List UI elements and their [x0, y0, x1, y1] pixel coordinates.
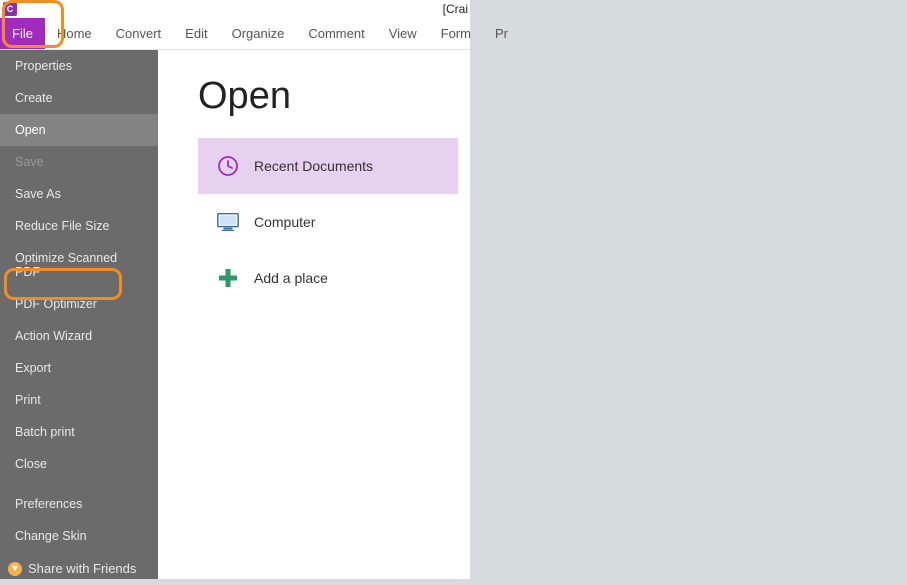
plus-icon — [216, 266, 240, 290]
location-recent-documents[interactable]: Recent Documents — [198, 138, 458, 194]
computer-icon — [216, 210, 240, 234]
sidebar-item-close[interactable]: Close — [0, 448, 158, 480]
sidebar-item-create[interactable]: Create — [0, 82, 158, 114]
location-label: Add a place — [254, 270, 328, 286]
clock-icon — [216, 154, 240, 178]
heart-icon: ♥ — [8, 562, 22, 576]
sidebar-item-reduce-file-size[interactable]: Reduce File Size — [0, 210, 158, 242]
sidebar-item-save-as[interactable]: Save As — [0, 178, 158, 210]
backstage-view: Properties Create Open Save Save As Redu… — [0, 50, 470, 579]
tab-form[interactable]: Form — [429, 18, 483, 49]
app-window: C [Crai File Home Convert Edit Organize … — [0, 0, 470, 579]
sidebar-item-open[interactable]: Open — [0, 114, 158, 146]
location-add-place[interactable]: Add a place — [198, 250, 458, 306]
location-label: Recent Documents — [254, 158, 373, 174]
ribbon-tabs: File Home Convert Edit Organize Comment … — [0, 18, 470, 50]
sidebar-item-properties[interactable]: Properties — [0, 50, 158, 82]
tab-comment[interactable]: Comment — [296, 18, 376, 49]
tab-edit[interactable]: Edit — [173, 18, 219, 49]
title-bar: C [Crai — [0, 0, 470, 18]
sidebar-item-export[interactable]: Export — [0, 352, 158, 384]
location-computer[interactable]: Computer — [198, 194, 458, 250]
sidebar-item-batch-print[interactable]: Batch print — [0, 416, 158, 448]
file-sidebar: Properties Create Open Save Save As Redu… — [0, 50, 158, 579]
sidebar-item-optimize-scanned-pdf[interactable]: Optimize Scanned PDF — [0, 242, 158, 288]
window-title: [Crai — [443, 2, 470, 16]
page-title: Open — [198, 75, 470, 118]
tab-organize[interactable]: Organize — [220, 18, 297, 49]
tab-file[interactable]: File — [0, 18, 45, 49]
app-icon: C — [3, 2, 17, 16]
sidebar-item-preferences[interactable]: Preferences — [0, 488, 158, 520]
sidebar-item-save: Save — [0, 146, 158, 178]
sidebar-item-share[interactable]: ♥ Share with Friends — [0, 552, 158, 585]
sidebar-item-label: Share with Friends — [28, 561, 136, 576]
tab-protect[interactable]: Pr — [483, 18, 508, 49]
tab-convert[interactable]: Convert — [104, 18, 174, 49]
tab-home[interactable]: Home — [45, 18, 104, 49]
tab-view[interactable]: View — [377, 18, 429, 49]
sidebar-item-change-skin[interactable]: Change Skin — [0, 520, 158, 552]
sidebar-item-pdf-optimizer[interactable]: PDF Optimizer — [0, 288, 158, 320]
sidebar-item-print[interactable]: Print — [0, 384, 158, 416]
location-label: Computer — [254, 214, 315, 230]
sidebar-item-action-wizard[interactable]: Action Wizard — [0, 320, 158, 352]
open-panel: Open Recent Documents Computer Add a pla… — [158, 50, 470, 579]
